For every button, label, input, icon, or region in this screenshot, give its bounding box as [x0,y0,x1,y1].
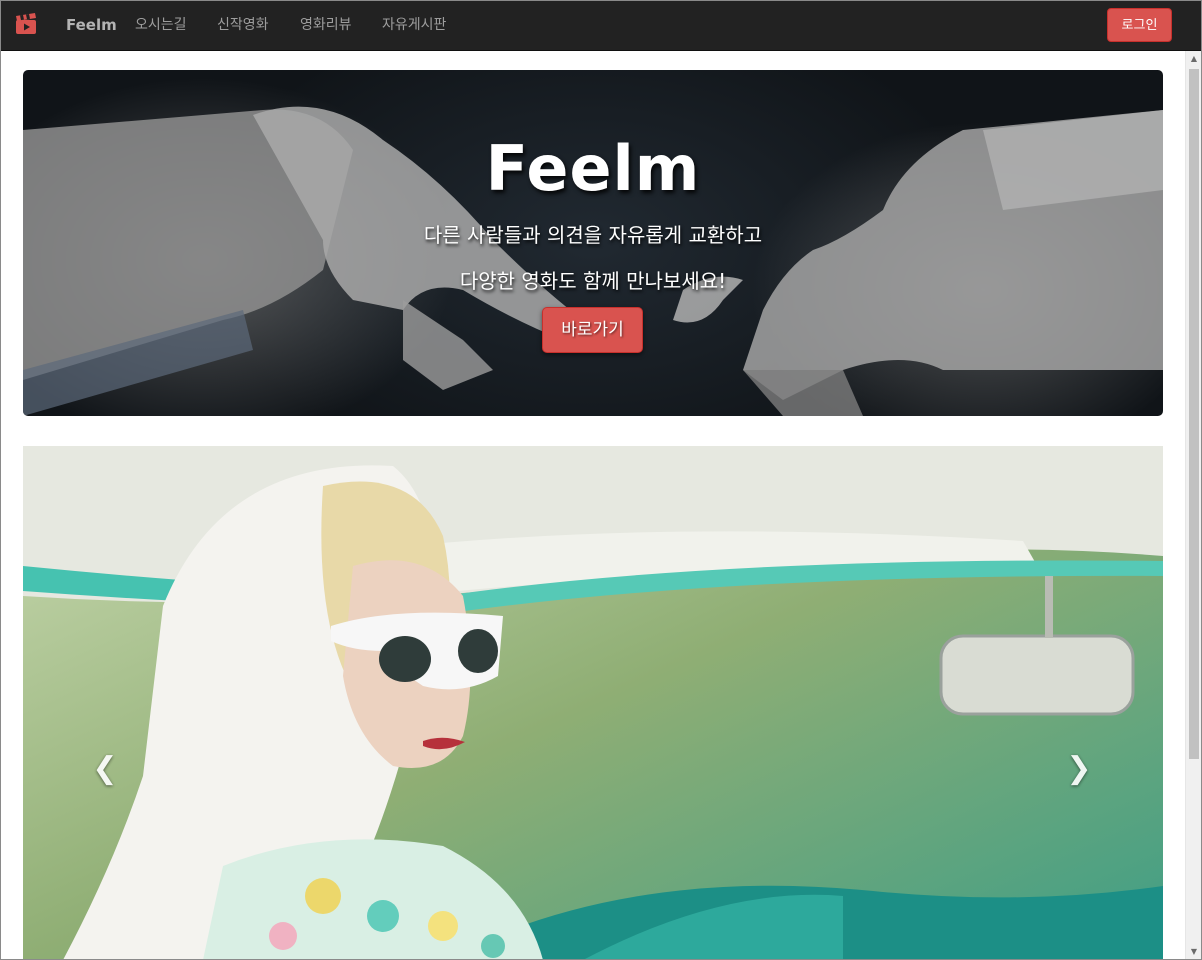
go-button[interactable]: 바로가기 [542,307,643,353]
image-carousel: ❮ ❯ [23,446,1163,960]
nav-item-new-movies[interactable]: 신작영화 [217,0,269,51]
login-button[interactable]: 로그인 [1107,8,1172,42]
scrollbar-thumb[interactable] [1189,69,1199,759]
carousel-slide-image [23,446,1163,960]
chevron-right-icon[interactable]: ❯ [1059,749,1099,789]
clapperboard-icon[interactable] [15,13,37,35]
hero-banner: Feelm 다른 사람들과 의견을 자유롭게 교환하고 다양한 영화도 함께 만… [23,70,1163,416]
page-scrollbar[interactable]: ▲ ▼ [1185,51,1202,960]
brand-link[interactable]: Feelm [66,0,117,51]
nav-item-free-board[interactable]: 자유게시판 [382,0,446,51]
nav-item-movie-reviews[interactable]: 영화리뷰 [300,0,352,51]
hero-tagline-2: 다양한 영화도 함께 만나보세요! [459,269,727,293]
hero-title: Feelm [485,132,701,205]
scroll-down-arrow-icon[interactable]: ▼ [1186,944,1202,960]
hero-tagline-1: 다른 사람들과 의견을 자유롭게 교환하고 [423,223,763,247]
chevron-left-icon[interactable]: ❮ [85,749,125,789]
scroll-up-arrow-icon[interactable]: ▲ [1186,51,1202,67]
nav-item-directions[interactable]: 오시는길 [135,0,187,51]
top-navbar: Feelm 오시는길 신작영화 영화리뷰 자유게시판 로그인 [0,0,1202,51]
